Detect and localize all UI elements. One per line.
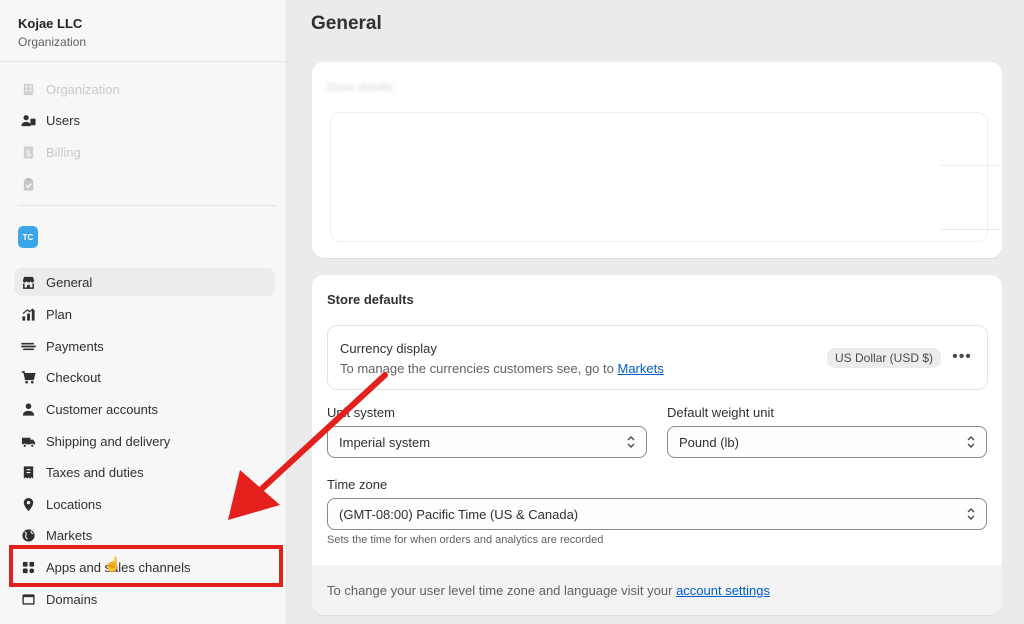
weight-unit-label: Default weight unit (667, 405, 774, 420)
building-icon (20, 81, 36, 97)
currency-desc-text: To manage the currencies customers see, … (340, 361, 614, 376)
ellipsis-icon: ••• (952, 348, 972, 365)
domain-icon (20, 591, 36, 607)
org-subtitle: Organization (18, 35, 87, 49)
sidebar-item-apps-sales-channels[interactable]: Apps and sales channels (14, 553, 275, 581)
currency-display-title: Currency display (340, 341, 437, 356)
currency-display-description: To manage the currencies customers see, … (340, 361, 664, 376)
sidebar-item-label: Organization (46, 81, 120, 97)
weight-unit-value: Pound (lb) (679, 434, 739, 450)
footer-text: To change your user level time zone and … (327, 583, 770, 598)
sidebar-item-shipping[interactable]: Shipping and delivery (14, 427, 275, 455)
time-zone-help: Sets the time for when orders and analyt… (327, 534, 604, 546)
tax-icon (20, 464, 36, 480)
store-details-box (330, 112, 1001, 242)
card-footer: To change your user level time zone and … (312, 565, 1002, 615)
sidebar-item-taxes[interactable]: Taxes and duties (14, 458, 275, 486)
store-details-card: Store details (312, 62, 1002, 258)
settings-sidebar: Kojae LLC Organization Organization User… (0, 0, 287, 624)
sidebar-item-label: Shipping and delivery (46, 433, 171, 449)
globe-icon (20, 527, 36, 543)
store-icon (20, 274, 36, 290)
apps-icon (20, 559, 36, 575)
store-details-title: Store details (326, 80, 393, 94)
store-defaults-card: Store defaults Currency display To manag… (312, 275, 1002, 615)
org-name: Kojae LLC (18, 16, 83, 31)
unit-system-label: Unit system (327, 405, 395, 420)
chevron-updown-icon (967, 508, 975, 520)
sidebar-divider (18, 205, 276, 206)
currency-badge: US Dollar (USD $) (826, 348, 941, 368)
sidebar-item-markets[interactable]: Markets (14, 521, 275, 549)
sidebar-item-label: Locations (46, 496, 102, 512)
weight-unit-select[interactable]: Pound (lb) (667, 426, 987, 458)
time-zone-label: Time zone (327, 477, 388, 492)
sidebar-item-customer-accounts[interactable]: Customer accounts (14, 395, 275, 423)
sidebar-item-payments[interactable]: Payments (14, 332, 275, 360)
sidebar-item-users[interactable]: Users (14, 106, 275, 134)
sidebar-item-billing[interactable]: $ Billing (14, 138, 275, 166)
time-zone-select[interactable]: (GMT-08:00) Pacific Time (US & Canada) (327, 498, 987, 530)
currency-display-row: Currency display To manage the currencie… (327, 325, 988, 390)
time-zone-value: (GMT-08:00) Pacific Time (US & Canada) (339, 506, 579, 522)
page-title: General (311, 13, 382, 34)
divider (941, 165, 1001, 166)
location-icon (20, 496, 36, 512)
divider (941, 229, 1001, 230)
users-icon (20, 112, 36, 128)
sidebar-item-label: General (46, 274, 93, 290)
cart-icon (20, 369, 36, 385)
store-defaults-title: Store defaults (327, 292, 414, 307)
sidebar-item-label: Payments (46, 338, 104, 354)
sidebar-item-label: Taxes and duties (46, 464, 144, 480)
chevron-updown-icon (967, 436, 975, 448)
truck-icon (20, 433, 36, 449)
sidebar-item-general[interactable]: General (14, 268, 275, 296)
sidebar-item-label: Customer accounts (46, 401, 158, 417)
sidebar-item-organization[interactable]: Organization (14, 75, 275, 103)
account-settings-link[interactable]: account settings (676, 583, 770, 598)
svg-text:$: $ (25, 147, 30, 157)
sidebar-item-locations[interactable]: Locations (14, 490, 275, 518)
store-avatar[interactable]: TC (18, 226, 38, 248)
sidebar-item-label: Checkout (46, 369, 101, 385)
person-icon (20, 401, 36, 417)
plan-icon (20, 306, 36, 322)
billing-icon: $ (20, 144, 36, 160)
hand-cursor-icon: ☝ (104, 556, 122, 572)
chevron-updown-icon (627, 436, 635, 448)
sidebar-item-plan[interactable]: Plan (14, 300, 275, 328)
sidebar-item-domains[interactable]: Domains (14, 585, 275, 613)
unit-system-value: Imperial system (339, 434, 431, 450)
footer-prefix: To change your user level time zone and … (327, 583, 673, 598)
sidebar-item-clipboard[interactable] (14, 170, 275, 198)
unit-system-select[interactable]: Imperial system (327, 426, 647, 458)
payments-icon (20, 338, 36, 354)
markets-link[interactable]: Markets (618, 361, 664, 376)
sidebar-item-label: Billing (46, 144, 81, 160)
org-header[interactable]: Kojae LLC Organization (0, 0, 286, 62)
sidebar-item-label: Plan (46, 306, 73, 322)
more-actions-button[interactable]: ••• (949, 346, 975, 368)
sidebar-item-label: Domains (46, 591, 98, 607)
sidebar-item-label: Markets (46, 527, 93, 543)
clipboard-icon (20, 176, 36, 192)
sidebar-item-checkout[interactable]: Checkout (14, 363, 275, 391)
sidebar-item-label: Users (46, 112, 80, 128)
main-content: General Store details Store defaults Cur… (288, 0, 1024, 624)
